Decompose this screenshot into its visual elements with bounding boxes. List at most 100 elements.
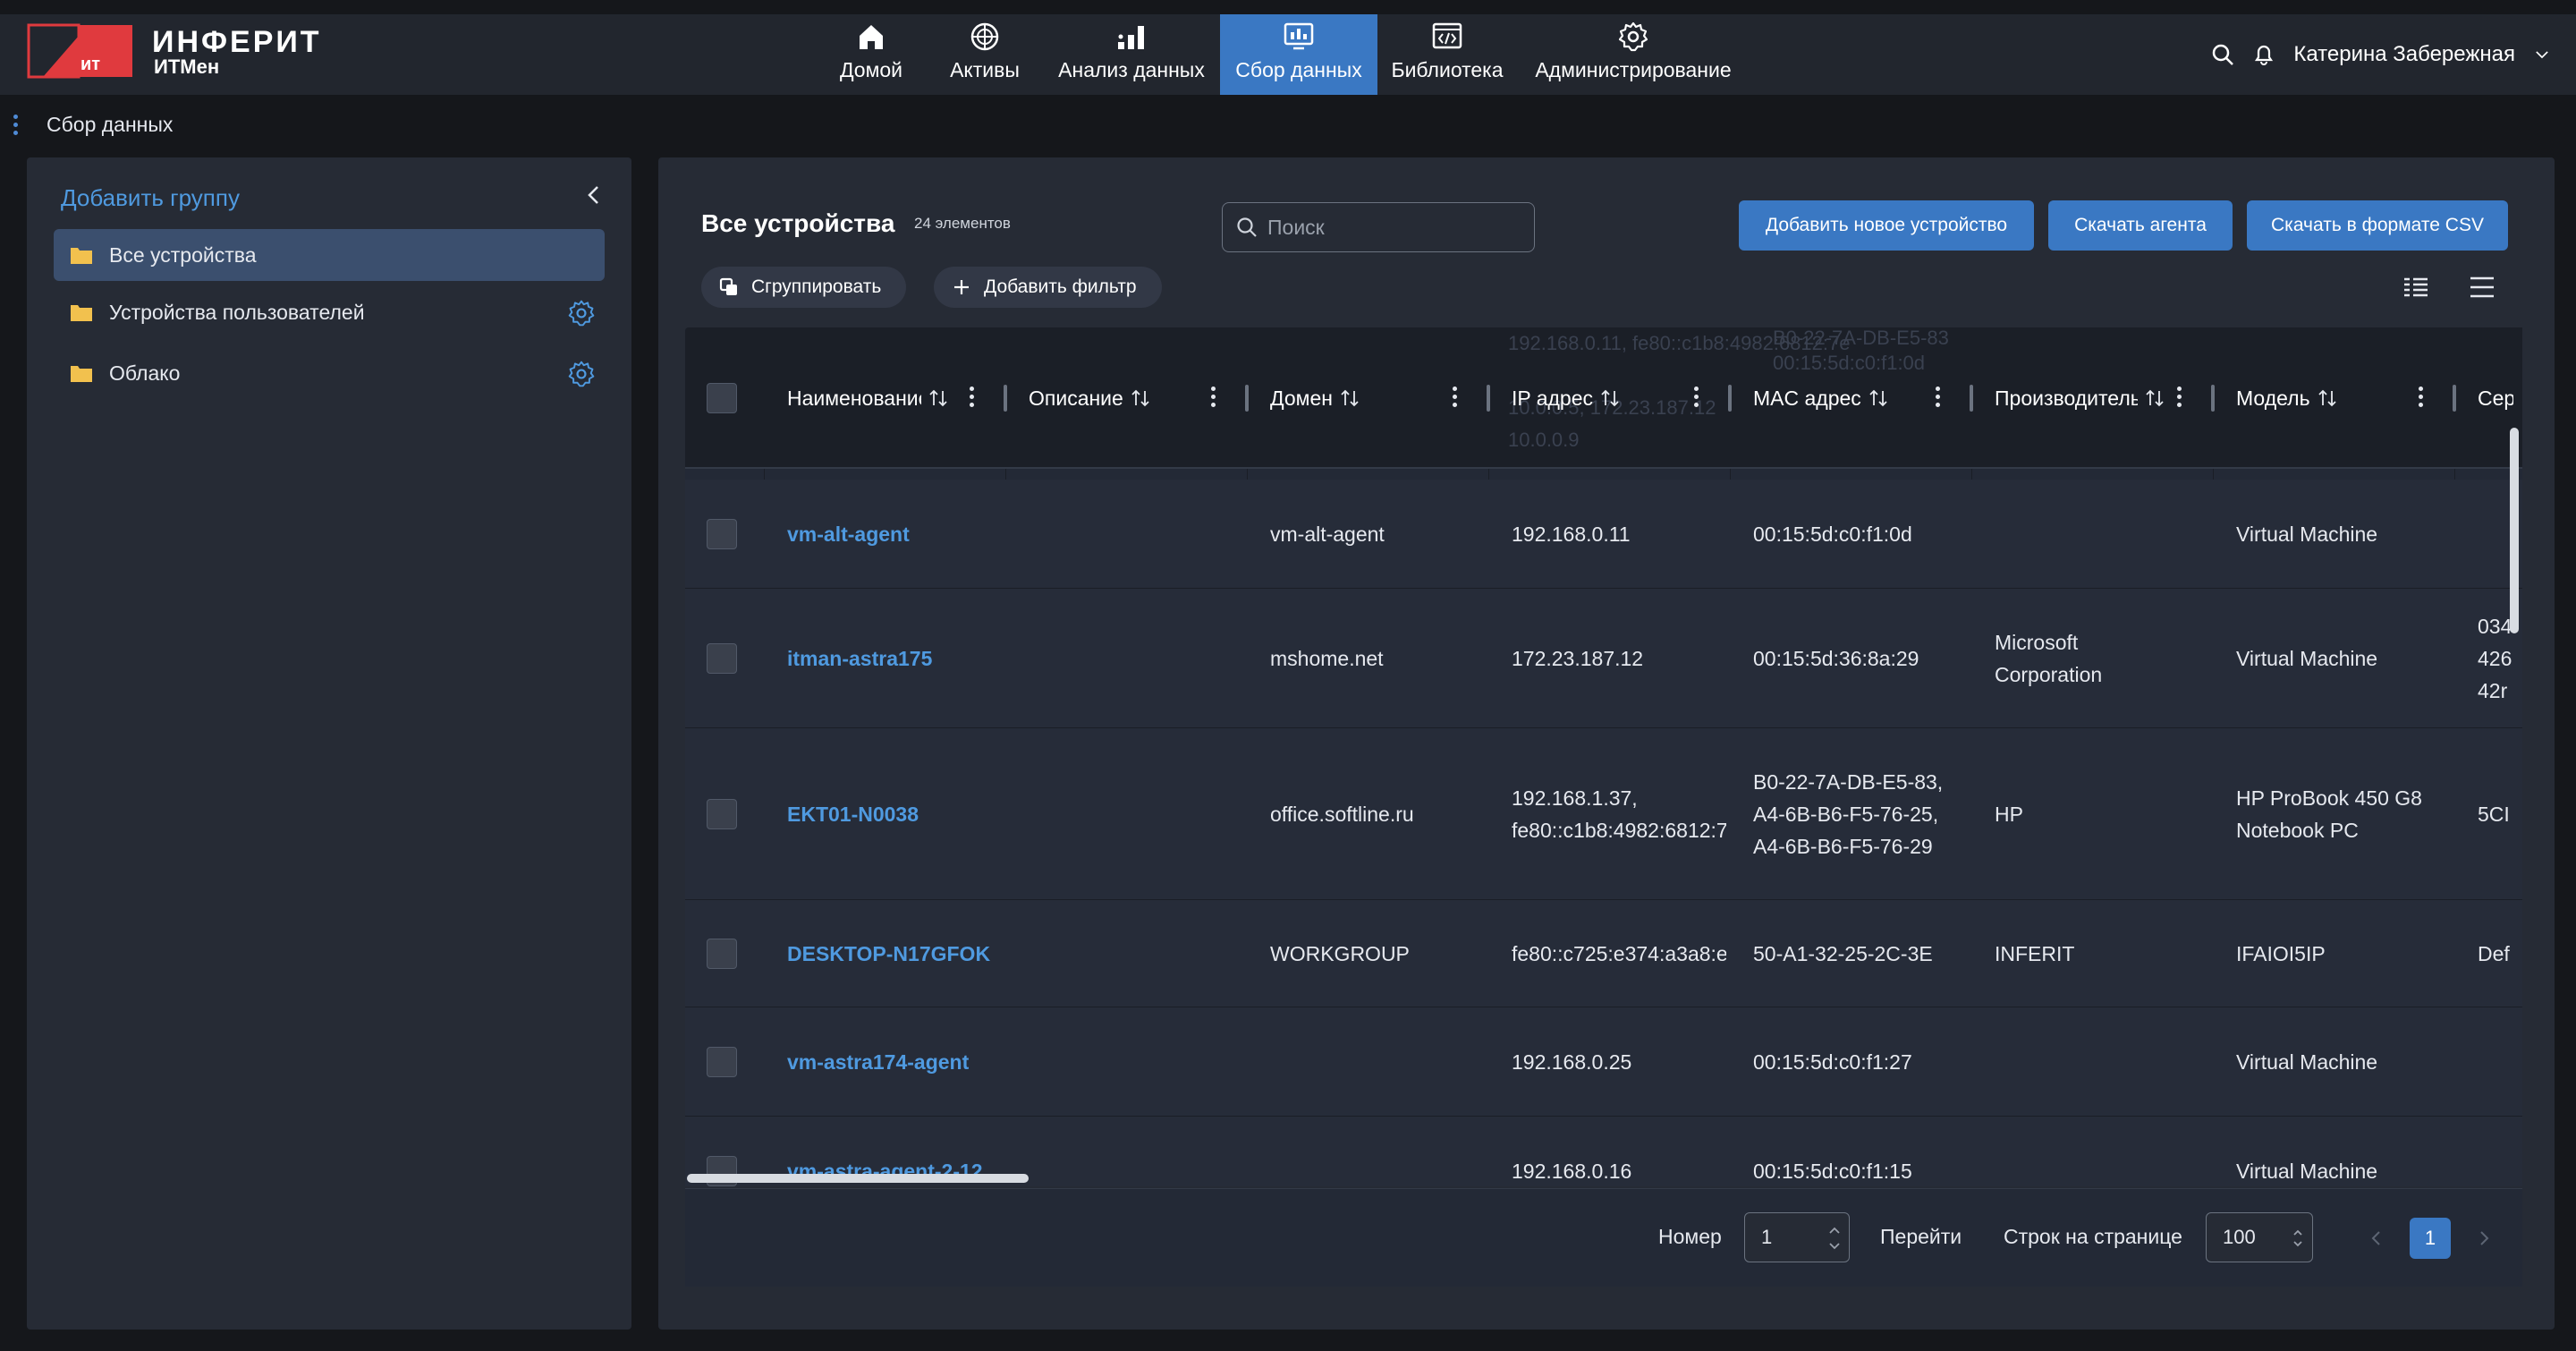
table-row[interactable]: DESKTOP-N17GFOK WORKGROUP fe80::c725:e37… — [685, 900, 2522, 1007]
group-settings-gear-icon[interactable] — [567, 360, 596, 388]
hamburger-menu-icon[interactable] — [2467, 272, 2497, 302]
column-menu-icon[interactable] — [970, 387, 975, 410]
column-header-model[interactable]: Модель — [2236, 327, 2442, 469]
nav-item-data-collection[interactable]: Сбор данных — [1220, 14, 1377, 95]
cell-domain: WORKGROUP — [1270, 941, 1410, 965]
go-to-page-button[interactable]: Перейти — [1880, 1225, 1962, 1249]
stepper-arrows-icon[interactable] — [1827, 1220, 1842, 1256]
sort-icon[interactable] — [1340, 388, 1360, 408]
page-number-input[interactable]: 1 — [1744, 1212, 1850, 1262]
search-icon[interactable] — [2211, 43, 2234, 66]
next-page-button[interactable] — [2463, 1218, 2504, 1259]
column-settings-icon[interactable] — [2401, 272, 2431, 302]
nav-label: Домой — [839, 58, 903, 81]
cell-vendor: HP — [1995, 802, 2023, 826]
column-resize-handle[interactable] — [1004, 385, 1007, 412]
table-row[interactable]: vm-alt-agent vm-alt-agent 192.168.0.11 0… — [685, 480, 2522, 589]
device-name-link[interactable]: vm-astra174-agent — [787, 1007, 1002, 1116]
globe-icon — [970, 22, 999, 51]
row-checkbox[interactable] — [707, 519, 737, 549]
chevron-left-icon[interactable] — [581, 183, 606, 208]
row-checkbox[interactable] — [707, 643, 737, 674]
search-input[interactable] — [1267, 215, 1518, 240]
row-checkbox[interactable] — [707, 1047, 737, 1077]
device-name-link[interactable]: vm-alt-agent — [787, 480, 1002, 588]
sidebar-item-all-devices[interactable]: Все устройства — [54, 229, 605, 281]
sidebar-item-label: Устройства пользователей — [109, 300, 365, 324]
user-name[interactable]: Катерина Забережная — [2293, 42, 2515, 67]
column-menu-icon[interactable] — [1694, 387, 1699, 410]
column-menu-icon[interactable] — [1936, 387, 1941, 410]
chevron-down-icon[interactable] — [2533, 46, 2551, 64]
nav-item-library[interactable]: Библиотека — [1383, 14, 1512, 95]
table-row[interactable]: EKT01-N0038 office.softline.ru 192.168.1… — [685, 728, 2522, 900]
column-resize-handle[interactable] — [1487, 385, 1490, 412]
row-checkbox[interactable] — [707, 799, 737, 829]
column-resize-handle[interactable] — [1728, 385, 1732, 412]
inferit-logo-icon[interactable]: ит — [27, 23, 134, 79]
nav-item-assets[interactable]: Активы — [936, 14, 1034, 95]
search-field[interactable] — [1222, 202, 1535, 252]
table-row[interactable]: itman-astra175 mshome.net 172.23.187.12 … — [685, 589, 2522, 728]
column-resize-handle[interactable] — [2453, 385, 2456, 412]
cell-mac: 00:15:5d:c0:f1:15 — [1753, 1160, 1912, 1183]
cell-vendor: Microsoft Corporation — [1995, 630, 2103, 686]
add-device-button[interactable]: Добавить новое устройство — [1739, 200, 2034, 251]
sort-icon[interactable] — [1868, 388, 1888, 408]
column-header-domain[interactable]: Домен — [1270, 327, 1476, 469]
breadcrumb-menu-icon[interactable] — [13, 115, 19, 138]
vertical-scrollbar[interactable] — [2510, 428, 2519, 633]
plus-icon — [954, 280, 969, 294]
column-menu-icon[interactable] — [2419, 387, 2424, 410]
sidebar-item-user-devices[interactable]: Устройства пользователей — [54, 286, 605, 338]
group-settings-gear-icon[interactable] — [567, 299, 596, 327]
column-header-ip[interactable]: IP адрес — [1512, 327, 1717, 469]
column-header-description[interactable]: Описание — [1029, 327, 1234, 469]
home-icon — [860, 25, 883, 49]
add-group-link[interactable]: Добавить группу — [61, 184, 240, 212]
device-name-link[interactable]: EKT01-N0038 — [787, 728, 1002, 899]
table-row[interactable]: vm-astra174-agent 192.168.0.25 00:15:5d:… — [685, 1007, 2522, 1117]
download-csv-button[interactable]: Скачать в формате CSV — [2247, 200, 2508, 251]
nav-label: Администрирование — [1535, 58, 1732, 81]
cell-model: Virtual Machine — [2236, 1049, 2378, 1074]
column-header-mac[interactable]: MAC адрес — [1753, 327, 1959, 469]
cell-serial — [2478, 1117, 2522, 1186]
cell-mac: 00:15:5d:c0:f1:27 — [1753, 1049, 1912, 1074]
prev-page-button[interactable] — [2356, 1218, 2397, 1259]
sidebar-item-cloud[interactable]: Облако — [54, 347, 605, 399]
device-name-link[interactable]: itman-astra175 — [787, 589, 1002, 727]
nav-item-admin[interactable]: Администрирование — [1528, 14, 1739, 95]
column-resize-handle[interactable] — [2211, 385, 2215, 412]
group-by-button[interactable]: Сгруппировать — [701, 267, 907, 308]
horizontal-scrollbar[interactable] — [687, 1174, 1029, 1183]
row-checkbox[interactable] — [707, 939, 737, 969]
page-button-current[interactable]: 1 — [2410, 1218, 2451, 1259]
column-header-name[interactable]: Наименование — [787, 327, 957, 469]
column-menu-icon[interactable] — [1453, 387, 1458, 410]
cell-mac: 00:15:5d:36:8a:29 — [1753, 646, 1919, 670]
sort-icon[interactable] — [1131, 388, 1150, 408]
sort-icon[interactable] — [2318, 388, 2337, 408]
column-resize-handle[interactable] — [1970, 385, 1973, 412]
column-menu-icon[interactable] — [1211, 387, 1216, 410]
sort-icon[interactable] — [1600, 388, 1620, 408]
nav-item-analytics[interactable]: Анализ данных — [1048, 14, 1215, 95]
device-name-link[interactable]: DESKTOP-N17GFOK — [787, 900, 1002, 1007]
nav-label: Анализ данных — [1058, 58, 1205, 81]
sort-icon[interactable] — [2145, 388, 2165, 408]
download-agent-button[interactable]: Скачать агента — [2048, 200, 2233, 251]
add-filter-button[interactable]: Добавить фильтр — [934, 267, 1162, 308]
column-menu-icon[interactable] — [2177, 387, 2182, 410]
rows-per-page-select[interactable]: 100 — [2206, 1212, 2313, 1262]
bell-icon[interactable] — [2252, 43, 2275, 66]
cell-domain — [1270, 1117, 1485, 1186]
column-header-vendor[interactable]: Производитель — [1995, 327, 2165, 469]
column-resize-handle[interactable] — [1245, 385, 1249, 412]
cell-ip: 192.168.0.25 — [1512, 1049, 1632, 1074]
cell-ip: 192.168.0.16 — [1512, 1160, 1632, 1183]
data-collection-icon — [1284, 22, 1314, 50]
select-all-checkbox[interactable] — [707, 383, 737, 413]
sort-icon[interactable] — [928, 388, 948, 408]
nav-item-home[interactable]: Домой — [821, 14, 921, 95]
